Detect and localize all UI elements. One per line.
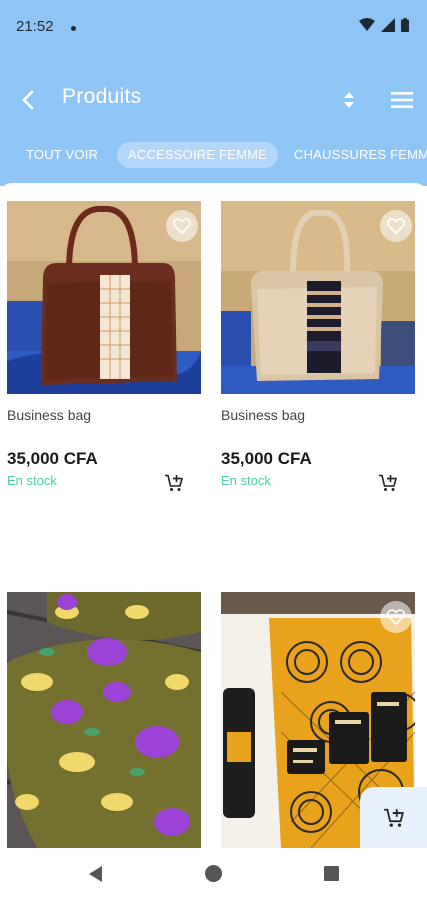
nav-home-icon[interactable] <box>205 865 222 882</box>
product-price: 35,000 CFA <box>7 449 98 468</box>
product-name: Business bag <box>221 407 306 423</box>
add-to-cart-button[interactable] <box>376 472 400 494</box>
heart-icon <box>387 218 405 234</box>
product-image[interactable] <box>7 592 201 848</box>
heart-icon <box>173 218 191 234</box>
battery-icon <box>401 18 409 32</box>
sort-icon <box>344 92 354 108</box>
status-bar: 21:52 <box>0 0 427 56</box>
stock-status: En stock <box>7 473 57 488</box>
nav-recents-icon[interactable] <box>324 866 339 881</box>
stock-status: En stock <box>221 473 271 488</box>
hamburger-menu-icon <box>391 92 413 108</box>
back-button[interactable] <box>12 84 44 116</box>
heart-icon <box>387 609 405 625</box>
status-time: 21:52 <box>16 18 54 35</box>
add-to-cart-icon <box>379 474 398 491</box>
wifi-icon <box>359 18 375 31</box>
add-to-cart-button[interactable] <box>162 472 186 494</box>
favorite-button[interactable] <box>380 210 412 242</box>
menu-button[interactable] <box>388 86 416 114</box>
tab-tout-voir[interactable]: TOUT VOIR <box>26 142 98 168</box>
category-tabs: TOUT VOIR ACCESSOIRE FEMME CHAUSSURES FE… <box>0 142 427 170</box>
tab-accessoire-femme[interactable]: ACCESSOIRE FEMME <box>117 142 278 168</box>
add-to-cart-icon <box>383 808 404 827</box>
product-image[interactable] <box>221 201 415 394</box>
system-navigation-bar <box>0 848 427 900</box>
signal-icon <box>381 18 395 32</box>
tab-chaussures-femme[interactable]: CHAUSSURES FEMME <box>294 142 427 168</box>
floating-cart-button[interactable] <box>360 787 427 848</box>
notification-dot-icon <box>71 26 76 31</box>
page-title: Produits <box>62 85 142 108</box>
status-icons <box>359 18 409 32</box>
app-bar: Produits TOUT VOIR ACCESSOIRE FEMME CHAU… <box>0 56 427 186</box>
sort-button[interactable] <box>336 86 362 114</box>
product-image[interactable] <box>7 201 201 394</box>
favorite-button[interactable] <box>380 601 412 633</box>
nav-back-icon[interactable] <box>86 864 106 884</box>
chevron-left-icon <box>22 90 34 110</box>
product-grid: Business bag 35,000 CFA En stock Busines… <box>0 183 427 848</box>
product-name: Business bag <box>7 407 92 423</box>
favorite-button[interactable] <box>166 210 198 242</box>
add-to-cart-icon <box>165 474 184 491</box>
product-price: 35,000 CFA <box>221 449 312 468</box>
